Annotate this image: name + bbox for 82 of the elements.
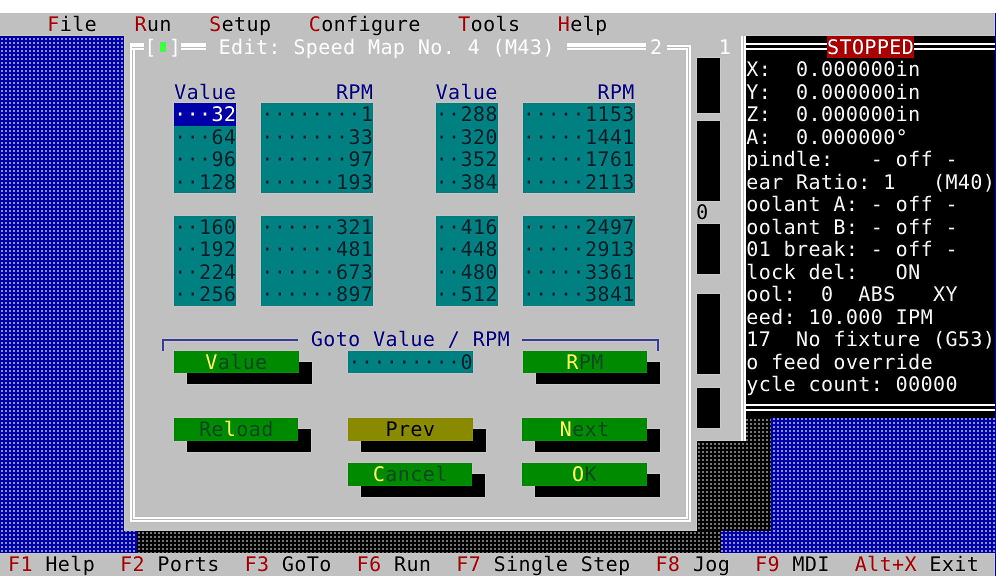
status-line: ear Ratio: 1 (M40) <box>746 170 995 194</box>
status-line: eed: 10.000 IPM <box>746 306 934 328</box>
function-key[interactable]: Alt+X Exit <box>854 553 980 576</box>
column-header: RPM <box>596 80 635 104</box>
rpm-field[interactable]: ·····2113 <box>522 170 635 194</box>
status-line: lock del: ON <box>746 260 922 284</box>
dialog-button[interactable]: Cancel <box>348 463 472 486</box>
menu-item[interactable]: File <box>47 13 98 36</box>
value-field[interactable]: ··384 <box>436 170 498 194</box>
dialog-button[interactable]: Next <box>522 418 647 441</box>
rpm-field[interactable]: ·····1761 <box>522 148 635 171</box>
rpm-field[interactable]: ·······33 <box>261 126 374 148</box>
input-field[interactable]: ·········0 <box>348 350 473 374</box>
value-field[interactable]: ··256 <box>174 283 236 306</box>
status-line: Z: 0.000000in <box>746 103 922 126</box>
status-line: ycle count: 00000 <box>746 373 959 396</box>
menu-item[interactable]: Run <box>134 13 172 36</box>
status-line: A: 0.000000° <box>746 126 910 148</box>
value-field[interactable]: ···64 <box>174 126 236 148</box>
menu-item[interactable]: Help <box>558 13 608 36</box>
value-field[interactable]: ···96 <box>174 148 236 171</box>
function-key[interactable]: F8 Jog <box>655 553 730 576</box>
status-title: STOPPED <box>827 36 914 58</box>
menu-item[interactable]: Tools <box>458 13 520 36</box>
function-key[interactable]: F1 Help <box>8 553 96 576</box>
column-header: Value <box>174 80 236 104</box>
function-key[interactable]: F7 Single Step <box>456 553 631 576</box>
value-field[interactable]: ··480 <box>436 260 498 284</box>
rpm-field[interactable]: ·····3361 <box>522 260 635 284</box>
value-field[interactable]: ···32 <box>174 103 236 126</box>
rpm-field[interactable]: ·····1153 <box>522 103 635 126</box>
status-line: ool: 0 ABS XY <box>746 283 959 306</box>
value-field[interactable]: ··512 <box>436 283 498 306</box>
function-key[interactable]: F9 MDI <box>755 553 830 576</box>
rpm-field[interactable]: ······481 <box>261 238 374 261</box>
dialog-button[interactable]: RPM <box>522 350 648 374</box>
status-line: oolant B: - off - <box>746 216 959 238</box>
status-line: oolant A: - off - <box>746 193 959 216</box>
value-field[interactable]: ··320 <box>436 126 498 148</box>
dialog-button[interactable]: Prev <box>348 418 473 441</box>
rpm-field[interactable]: ·····2913 <box>522 238 635 261</box>
rpm-field[interactable]: ······673 <box>261 260 374 284</box>
rpm-field[interactable]: ······193 <box>261 170 374 194</box>
window-block <box>696 388 720 428</box>
dialog-button[interactable]: Value <box>174 350 299 374</box>
status-line: o feed override <box>746 350 934 374</box>
window-number: 1 <box>718 36 732 58</box>
column-header: Value <box>436 80 498 104</box>
window-block <box>696 58 720 114</box>
window-block <box>696 224 720 274</box>
column-header: RPM <box>334 80 374 104</box>
rpm-field[interactable]: ·······97 <box>261 148 374 171</box>
rpm-field[interactable]: ·····1441 <box>522 126 635 148</box>
function-key[interactable]: F2 Ports <box>120 553 220 576</box>
value-field[interactable]: ··448 <box>436 238 498 261</box>
value-field[interactable]: ··352 <box>436 148 498 171</box>
square-icon <box>160 42 166 52</box>
function-key[interactable]: F6 Run <box>356 553 432 576</box>
value-field[interactable]: ··416 <box>436 216 498 238</box>
status-line: 17 No fixture (G53) <box>746 328 995 351</box>
dialog-button[interactable]: OK <box>522 463 647 486</box>
group-title: Goto Value / RPM <box>310 328 510 351</box>
status-line: 01 break: - off - <box>746 238 959 261</box>
rpm-field[interactable]: ········1 <box>261 103 374 126</box>
value-field[interactable]: ··224 <box>174 260 236 284</box>
value-field[interactable]: ··288 <box>436 103 498 126</box>
value-field[interactable]: ··128 <box>174 170 236 194</box>
status-line: Y: 0.000000in <box>746 80 922 104</box>
rpm-field[interactable]: ······321 <box>261 216 374 238</box>
value-field[interactable]: ··160 <box>174 216 236 238</box>
rpm-field[interactable]: ·····3841 <box>522 283 635 306</box>
status-line: X: 0.000000in <box>746 58 922 81</box>
dialog-title: Edit: Speed Map No. 4 (M43) <box>206 36 568 58</box>
rpm-field[interactable]: ·····2497 <box>522 216 635 238</box>
menu-item[interactable]: Setup <box>209 13 272 36</box>
dialog-button[interactable]: Reload <box>174 418 298 441</box>
function-key[interactable]: F3 GoTo <box>244 553 332 576</box>
rpm-field[interactable]: ······897 <box>261 283 374 306</box>
close-button[interactable]: [ ] <box>144 36 182 58</box>
status-line: pindle: - off - <box>746 148 959 171</box>
menu-item[interactable]: Configure <box>308 13 421 36</box>
value-field[interactable]: ··192 <box>174 238 236 261</box>
